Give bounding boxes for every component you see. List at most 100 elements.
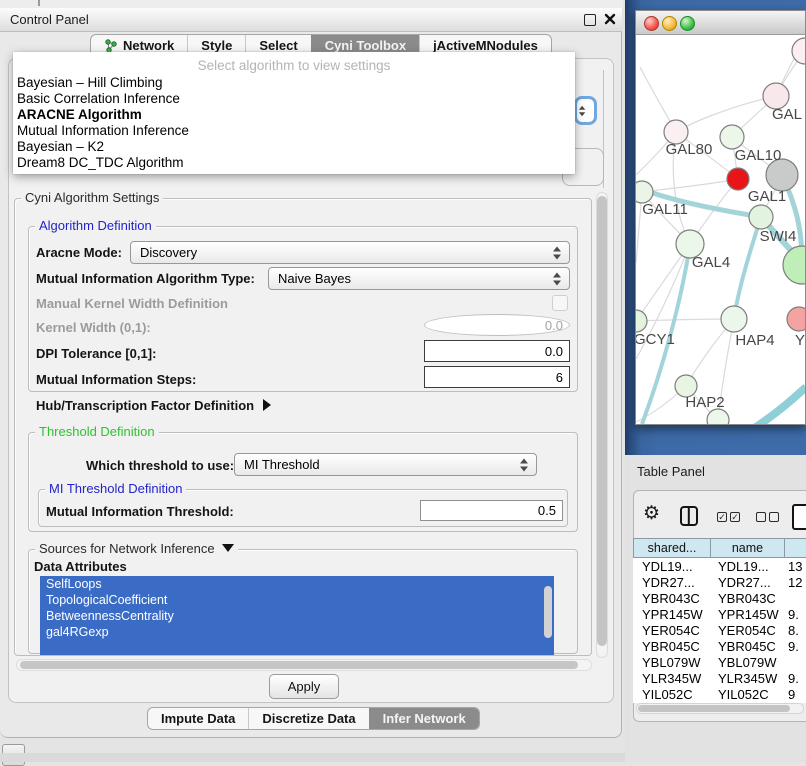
table-row[interactable]: YPR145WYPR145W9. [633,606,806,622]
settings-horizontal-scrollbar-thumb[interactable] [20,661,578,669]
table-row[interactable]: YIL052CYIL052C9 [633,686,806,702]
unchecked-box-icon[interactable] [769,512,779,522]
attribute-list-scrollbar[interactable] [544,586,552,638]
network-icon [104,39,118,53]
manual-kernel-checkbox[interactable] [552,295,568,311]
top-strip [0,0,623,8]
table-row[interactable]: YBR043CYBR043C [633,590,806,606]
columns-icon[interactable] [680,506,698,526]
network-node-gal11[interactable] [636,181,653,203]
column-header-name[interactable]: name [711,539,785,557]
network-node-gal1[interactable] [727,168,749,190]
network-view-window[interactable]: GALGAL80GAL10GAL1GAL11SWI4GAL4GCY1HAP4YH… [635,10,806,425]
table-cell: 9. [784,607,806,622]
network-edge[interactable] [756,387,805,424]
table-row[interactable]: YDR27...YDR27...12 [633,574,806,590]
mi-threshold-field[interactable]: 0.5 [420,500,563,521]
tab-label: Network [123,38,174,53]
table-header-row: shared...name [633,538,806,558]
network-canvas[interactable]: GALGAL80GAL10GAL1GAL11SWI4GAL4GCY1HAP4YH… [636,35,805,424]
network-node-gal10[interactable] [720,125,744,149]
algorithm-option-bayesian-hill-climbing[interactable]: Bayesian – Hill Climbing [13,75,575,91]
bottom-tab-impute-data[interactable]: Impute Data [148,708,248,729]
spinner-arrows-icon [520,458,529,471]
network-node[interactable] [707,409,729,424]
table-row[interactable]: YBR045CYBR045C9. [633,638,806,654]
node-label-y: Y [795,332,805,349]
network-node-y[interactable] [787,307,805,331]
node-label-gal10: GAL10 [735,147,782,164]
tab-label: Style [201,38,232,53]
unchecked-box-icon[interactable] [756,512,766,522]
table-row[interactable]: YDL19...YDL19...13 [633,558,806,574]
float-window-icon[interactable] [584,14,596,26]
algorithm-option-mutual-information-inference[interactable]: Mutual Information Inference [13,123,575,139]
checked-box-icon[interactable]: ✓ [717,512,727,522]
node-label-gcy1: GCY1 [636,331,675,348]
table-cell: YDR27... [633,575,710,590]
table-cell: 9. [784,671,806,686]
table-cell: YDL19... [633,559,710,574]
algorithm-option-basic-correlation-inference[interactable]: Basic Correlation Inference [13,91,575,107]
bottom-tab-infer-network[interactable]: Infer Network [369,708,479,729]
node-label-gal1: GAL1 [748,188,786,205]
network-node-hap4[interactable] [721,306,747,332]
close-icon[interactable] [604,13,616,25]
attribute-item-topologicalcoefficient[interactable]: TopologicalCoefficient [40,592,554,608]
table-horizontal-scrollbar-thumb[interactable] [638,705,790,712]
network-edge[interactable] [642,179,738,192]
attribute-item-selfloops[interactable]: SelfLoops [40,576,554,592]
table-cell: 12 [784,575,806,590]
algorithm-option-dream8-dc-tdc-algorithm[interactable]: Dream8 DC_TDC Algorithm [13,155,575,171]
sources-legend[interactable]: Sources for Network Inference [35,541,238,556]
settings-vertical-scrollbar-thumb[interactable] [597,196,607,646]
gear-icon[interactable]: ⚙ [643,503,660,525]
aracne-mode-combo[interactable]: Discovery [130,241,570,264]
tab-label: Impute Data [161,711,235,726]
apply-button[interactable]: Apply [269,674,339,699]
dpi-tolerance-label: DPI Tolerance [0,1]: [36,346,156,361]
zoom-traffic-light-icon[interactable] [680,16,695,31]
table-cell: YBL079W [633,655,710,670]
aracne-mode-label: Aracne Mode: [36,245,122,260]
network-edge[interactable] [734,217,761,318]
kernel-width-field[interactable]: 0.0 [424,314,570,336]
algorithm-option-aracne-algorithm[interactable]: ARACNE Algorithm [13,107,575,123]
data-attributes-list[interactable]: SelfLoopsTopologicalCoefficientBetweenne… [40,576,554,655]
focused-combo-fragment[interactable] [574,96,597,125]
minimize-traffic-light-icon[interactable] [662,16,677,31]
node-label-gal80: GAL80 [666,141,713,158]
column-header-extra[interactable] [785,539,806,557]
checked-box-icon[interactable]: ✓ [730,512,740,522]
algorithm-option-bayesian-k2[interactable]: Bayesian – K2 [13,139,575,155]
manual-kernel-label: Manual Kernel Width Definition [36,296,228,311]
table-cell: 13 [784,559,806,574]
table-body[interactable]: YDL19...YDL19...13YDR27...YDR27...12YBR0… [633,558,806,703]
node-label-gal11: GAL11 [642,201,688,218]
network-window-titlebar[interactable] [636,11,805,35]
network-node[interactable] [783,246,805,284]
mi-type-combo[interactable]: Naive Bayes [268,267,570,290]
hub-expander[interactable]: Hub/Transcription Factor Definition [36,398,271,413]
spinner-arrows-icon [579,105,586,115]
table-row[interactable]: YBL079WYBL079W [633,654,806,670]
table-row[interactable]: YER054CYER054C8. [633,622,806,638]
dpi-tolerance-field[interactable]: 0.0 [424,340,570,362]
network-node-swi4[interactable] [749,205,773,229]
close-traffic-light-icon[interactable] [644,16,659,31]
which-threshold-value: MI Threshold [244,457,320,472]
network-edge[interactable] [636,319,734,321]
import-table-icon[interactable] [792,504,806,530]
network-node-gcy1[interactable] [636,310,647,332]
attribute-item-gal4rgexp[interactable]: gal4RGexp [40,624,554,640]
which-threshold-combo[interactable]: MI Threshold [234,453,537,476]
table-row[interactable]: YLR345WYLR345W9. [633,670,806,686]
control-panel-titlebar [0,8,622,32]
bottom-tab-discretize-data[interactable]: Discretize Data [248,708,368,729]
attribute-item-betweennesscentrality[interactable]: BetweennessCentrality [40,608,554,624]
aracne-mode-value: Discovery [140,245,197,260]
tab-label: Cyni Toolbox [325,38,406,53]
table-cell: YLR345W [633,671,710,686]
mi-steps-field[interactable]: 6 [424,366,570,388]
column-header-shared[interactable]: shared... [634,539,711,557]
